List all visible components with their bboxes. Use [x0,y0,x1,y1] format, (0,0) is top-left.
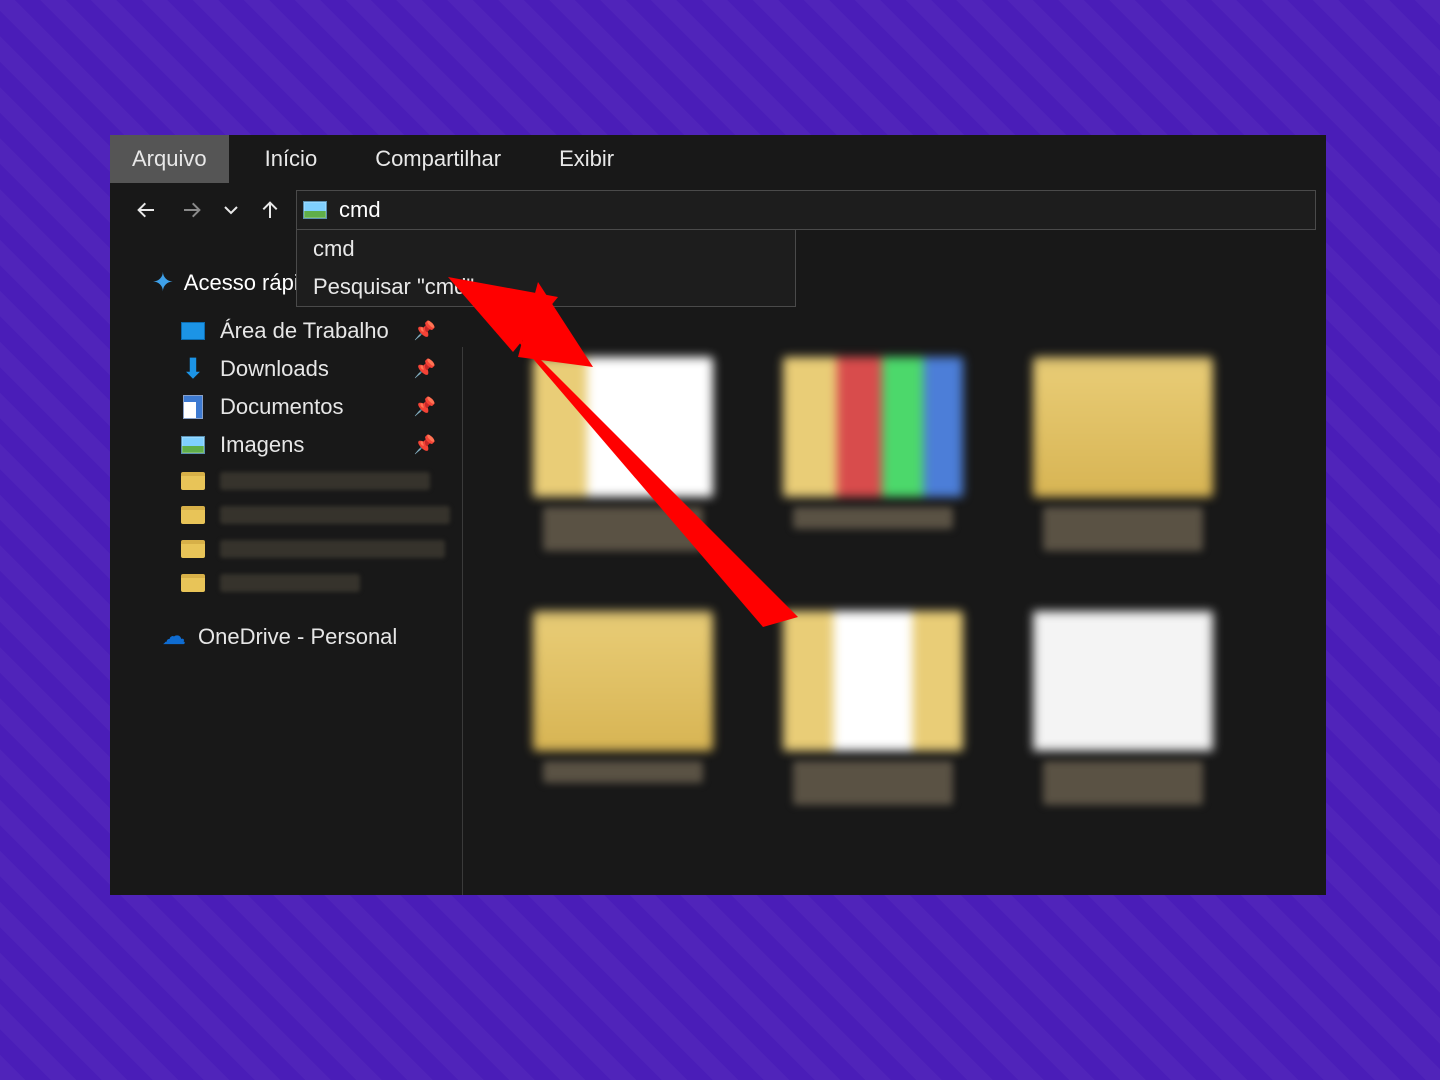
suggestion-item[interactable]: Pesquisar "cmd" [297,268,795,306]
blurred-label [793,507,953,529]
documents-icon [183,395,203,419]
pictures-folder-icon [303,201,327,219]
blurred-label [1043,507,1203,551]
folder-icon [181,574,205,592]
blurred-label [220,574,360,592]
folder-item[interactable] [763,357,983,551]
thumbnail [533,611,713,751]
sidebar-item-folder[interactable] [152,498,462,532]
pin-icon: 📌 [414,435,436,456]
thumbnail [533,357,713,497]
pin-icon: 📌 [414,397,436,418]
sidebar-item-label: Documentos [220,394,344,420]
blurred-label [220,472,430,490]
address-suggestions: cmd Pesquisar "cmd" [296,229,796,307]
window-body: ✦ Acesso rápido Área de Trabalho 📌 ⬇ Dow… [110,237,1326,895]
blurred-label [793,761,953,805]
nav-back-button[interactable] [126,190,166,230]
sidebar-item-label: Imagens [220,432,304,458]
download-icon: ⬇ [181,360,204,378]
chevron-down-icon [223,202,239,218]
navigation-pane: ✦ Acesso rápido Área de Trabalho 📌 ⬇ Dow… [110,237,462,895]
folder-icon [181,540,205,558]
tab-home[interactable]: Início [243,135,340,183]
address-input[interactable] [333,191,1315,229]
tab-share[interactable]: Compartilhar [353,135,523,183]
sidebar-item-folder[interactable] [152,464,462,498]
star-icon: ✦ [152,267,174,298]
sidebar-item-label: Downloads [220,356,329,382]
folder-icon [181,472,205,490]
arrow-up-icon [258,198,282,222]
folder-item[interactable] [763,611,983,805]
blurred-label [543,761,703,783]
blurred-label [220,506,450,524]
folder-icon [181,506,205,524]
arrow-right-icon [180,198,204,222]
items-grid [513,357,1306,805]
thumbnail [1033,357,1213,497]
sidebar-item-folder[interactable] [152,566,462,600]
pin-icon: 📌 [414,359,436,380]
thumbnail [1033,611,1213,751]
nav-history-dropdown[interactable] [218,190,244,230]
tab-view[interactable]: Exibir [537,135,636,183]
explorer-window: Arquivo Início Compartilhar Exibir cmd [110,135,1326,895]
location-icon [297,191,333,229]
sidebar-item-images[interactable]: Imagens 📌 [152,426,462,464]
pin-icon: 📌 [414,321,436,342]
blurred-label [1043,761,1203,805]
desktop-icon [181,322,205,340]
thumbnail [783,357,963,497]
sidebar-item-onedrive[interactable]: ☁ OneDrive - Personal [152,622,462,651]
sidebar-item-label: Área de Trabalho [220,318,389,344]
tab-file[interactable]: Arquivo [110,135,229,183]
sidebar-item-label: OneDrive - Personal [198,624,397,650]
blurred-label [220,540,445,558]
nav-forward-button[interactable] [172,190,212,230]
folder-content [463,237,1326,895]
folder-item[interactable] [1013,357,1233,551]
folder-item[interactable] [1013,611,1233,805]
suggestion-item[interactable]: cmd [297,230,795,268]
sidebar-item-desktop[interactable]: Área de Trabalho 📌 [152,312,462,350]
menubar: Arquivo Início Compartilhar Exibir [110,135,1326,183]
address-bar[interactable]: cmd Pesquisar "cmd" [296,190,1316,230]
pictures-icon [181,436,205,454]
sidebar-item-folder[interactable] [152,532,462,566]
thumbnail [783,611,963,751]
folder-item[interactable] [513,357,733,551]
sidebar-item-documents[interactable]: Documentos 📌 [152,388,462,426]
arrow-left-icon [134,198,158,222]
nav-up-button[interactable] [250,190,290,230]
navigation-bar: cmd Pesquisar "cmd" [110,183,1326,237]
folder-item[interactable] [513,611,733,805]
onedrive-icon: ☁ [162,622,186,651]
sidebar-item-downloads[interactable]: ⬇ Downloads 📌 [152,350,462,388]
blurred-label [543,507,703,551]
